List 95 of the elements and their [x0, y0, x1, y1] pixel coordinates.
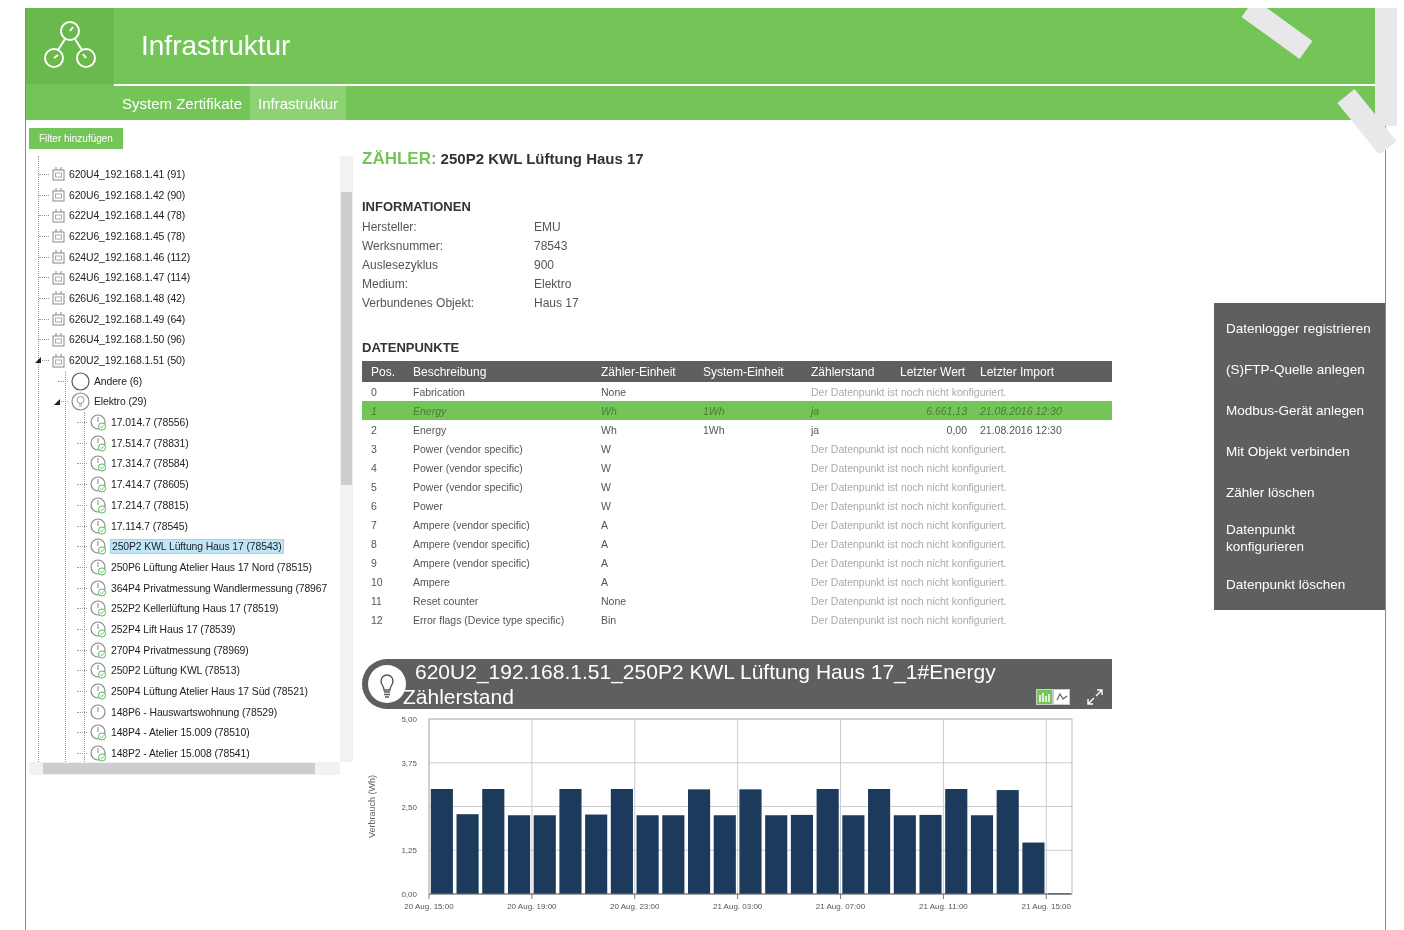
table-cell-text: 12: [370, 613, 384, 626]
table-cell-text: None: [600, 385, 628, 398]
status-note: Der Datenpunkt ist noch nicht konfiguriert.: [810, 613, 1008, 626]
table-cell-text: 1Wh: [702, 404, 726, 417]
axis-label: 21 Aug. 11:00: [919, 902, 968, 911]
table-cell-text: Error flags (Device type specific): [412, 613, 566, 626]
table-cell-text: ja: [809, 404, 821, 417]
info-label: Verbundenes Objekt:: [362, 296, 476, 310]
table-cell-text: Fabrication: [412, 385, 466, 398]
table-cell-text: Wh: [600, 423, 618, 436]
table-cell-text: 2: [370, 423, 378, 436]
table-cell-text: 11: [370, 594, 383, 607]
table-cell-text: 1Wh: [702, 423, 726, 436]
table-cell-text: 7: [370, 518, 378, 531]
table-cell-text: 5: [370, 480, 378, 493]
table-cell-text: 6.661,13: [925, 404, 968, 417]
table-cell-text: None: [600, 594, 628, 607]
table-cell-text: 6: [370, 499, 378, 512]
table-cell-text: 10: [370, 575, 384, 588]
chart-subtitle: Zählerstand: [403, 684, 515, 709]
info-label: Hersteller:: [362, 220, 418, 234]
table-cell-text: Wh: [600, 404, 618, 417]
table-cell-text: Ampere (vendor specific): [412, 518, 531, 531]
table-cell-text: 4: [370, 461, 378, 474]
info-label: Auslesezyklus: [362, 258, 440, 272]
table-cell-text: 1: [370, 404, 378, 417]
column-header: Pos.: [370, 364, 396, 379]
status-note: Der Datenpunkt ist noch nicht konfiguriert.: [810, 556, 1008, 569]
table-cell-text: 21.08.2016 12:30: [979, 423, 1063, 436]
section-heading: DATENPUNKTE: [362, 340, 461, 355]
table-cell-text: Energy: [412, 423, 448, 436]
table-cell-text: A: [600, 518, 609, 531]
axis-label: 5,00: [401, 715, 417, 724]
column-header: System-Einheit: [702, 364, 785, 379]
page-title: Infrastruktur: [141, 30, 291, 62]
table-cell-text: Energy: [412, 404, 448, 417]
info-label: Medium:: [362, 277, 409, 291]
axis-label: 1,25: [401, 846, 417, 856]
axis-label: 20 Aug. 15:00: [404, 902, 454, 911]
table-cell-text: 0,00: [945, 423, 968, 436]
chart-title: 620U2_192.168.1.51_250P2 KWL Lüftung Haus 17_1#Energy: [414, 659, 997, 684]
table-cell-text: 9: [370, 556, 378, 569]
meter-name: 250P2 KWL Lüftung Haus 17: [440, 150, 644, 167]
status-note: Der Datenpunkt ist noch nicht konfiguriert.: [810, 537, 1008, 550]
axis-label: 21 Aug. 07:00: [815, 902, 866, 911]
table-cell-text: W: [600, 442, 612, 455]
table-cell-text: Power: [412, 499, 444, 512]
column-header: Letzter Wert: [899, 364, 967, 379]
info-value: 78543: [534, 239, 569, 253]
column-header: Zählerstand: [810, 364, 876, 379]
status-note: Der Datenpunkt ist noch nicht konfiguriert.: [810, 442, 1008, 455]
table-cell-text: Power (vendor specific): [412, 442, 524, 455]
axis-label: 2,50: [401, 802, 417, 812]
axis-label: 3,75: [401, 758, 417, 768]
axis-label: 20 Aug. 23:00: [610, 902, 660, 911]
axis-title: Verbrauch (Wh): [367, 775, 377, 838]
info-label: Werksnummer:: [362, 239, 445, 253]
table-cell-text: Power (vendor specific): [412, 480, 524, 493]
table-cell-text: 0: [370, 385, 378, 398]
table-cell-text: 21.08.2016 12:30: [979, 404, 1063, 417]
table-cell-text: W: [600, 480, 612, 493]
table-cell-text: ja: [809, 423, 821, 436]
table-cell-text: Ampere (vendor specific): [412, 556, 531, 569]
axis-label: 21 Aug. 03:00: [712, 902, 763, 911]
table-cell-text: 3: [370, 442, 378, 455]
table-cell-text: Power (vendor specific): [412, 461, 524, 474]
section-heading: INFORMATIONEN: [362, 199, 472, 214]
status-note: Der Datenpunkt ist noch nicht konfiguriert.: [810, 480, 1008, 493]
table-cell-text: A: [600, 537, 609, 550]
column-header: Letzter Import: [979, 364, 1056, 379]
meter-label: ZÄHLER:: [362, 149, 437, 168]
axis-label: 20 Aug. 19:00: [507, 902, 557, 911]
table-cell-text: 8: [370, 537, 378, 550]
info-value: Elektro: [534, 277, 573, 291]
table-cell-text: Ampere (vendor specific): [412, 537, 531, 550]
axis-label: 21 Aug. 15:00: [1021, 902, 1071, 911]
table-cell-text: Ampere: [412, 575, 451, 588]
info-value: 900: [534, 258, 556, 272]
table-cell-text: A: [600, 556, 609, 569]
table-cell-text: W: [600, 499, 612, 512]
column-header: Beschreibung: [412, 364, 488, 379]
table-cell-text: Bin: [600, 613, 618, 626]
status-note: Der Datenpunkt ist noch nicht konfiguriert.: [810, 499, 1008, 512]
status-note: Der Datenpunkt ist noch nicht konfiguriert.: [810, 594, 1008, 607]
status-note: Der Datenpunkt ist noch nicht konfiguriert.: [810, 385, 1008, 398]
status-note: Der Datenpunkt ist noch nicht konfiguriert.: [810, 461, 1008, 474]
table-cell-text: Reset counter: [412, 594, 480, 607]
column-header: Zähler-Einheit: [600, 364, 677, 379]
info-value: Haus 17: [534, 296, 580, 310]
status-note: Der Datenpunkt ist noch nicht konfiguriert.: [810, 575, 1008, 588]
status-note: Der Datenpunkt ist noch nicht konfiguriert.: [810, 518, 1008, 531]
table-cell-text: A: [600, 575, 609, 588]
info-value: EMU: [534, 220, 562, 234]
axis-label: 0,00: [401, 890, 417, 899]
table-cell-text: W: [600, 461, 612, 474]
